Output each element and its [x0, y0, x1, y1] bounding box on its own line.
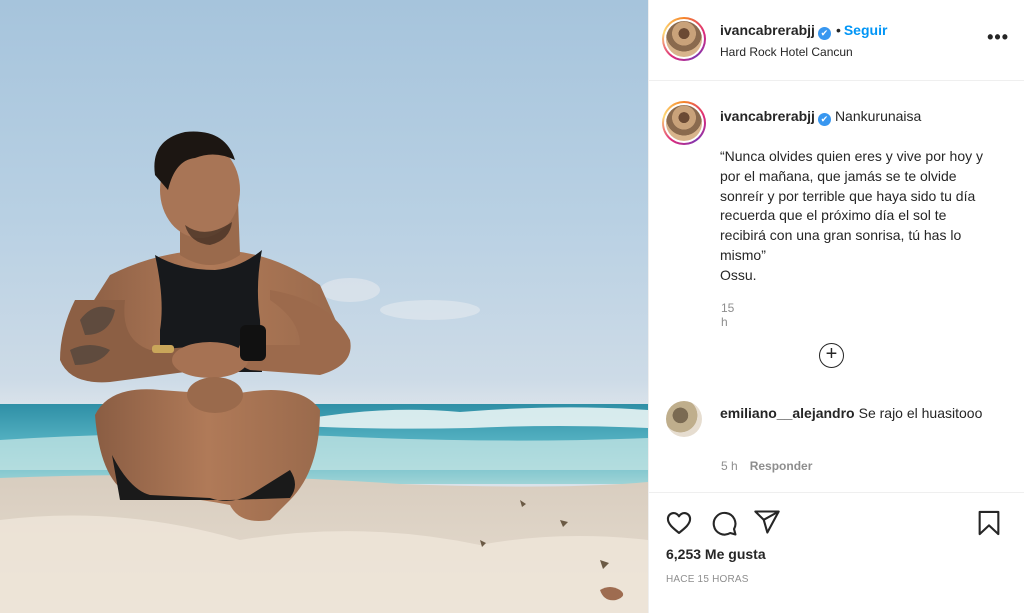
post-header: ivancabrerabjj ✔ • Seguir Hard Rock Hotel C…: [649, 0, 1024, 81]
post-photo[interactable]: [0, 0, 648, 613]
comment-meta: 5 h Responder: [721, 459, 812, 473]
post-side-panel: ivancabrerabjj ✔ • Seguir Hard Rock Hotel C…: [648, 0, 1024, 613]
commenter-username[interactable]: emiliano__alejandro: [720, 405, 855, 421]
verified-badge-icon: ✔: [817, 113, 831, 126]
heart-icon[interactable]: [665, 509, 693, 537]
reply-button[interactable]: Responder: [750, 459, 813, 473]
caption-tagline: Nankurunaisa: [834, 108, 922, 124]
load-more-comments-button[interactable]: +: [819, 343, 844, 368]
avatar-inner: [664, 19, 704, 59]
photo-illustration: [0, 131, 648, 613]
comment-icon[interactable]: [710, 509, 738, 537]
caption-username[interactable]: ivancabrerabjj: [720, 108, 815, 124]
comment-time[interactable]: 5 h: [721, 459, 738, 473]
post-timestamp[interactable]: Hace 15 horas: [666, 574, 749, 585]
caption-text: “Nunca olvides quien eres y vive por hoy…: [720, 148, 984, 283]
caption-time[interactable]: 15 h: [721, 301, 734, 329]
more-options-icon[interactable]: •••: [987, 28, 1009, 46]
follow-button[interactable]: Seguir: [844, 22, 888, 38]
bookmark-icon[interactable]: [975, 509, 1003, 537]
caption-avatar[interactable]: [662, 101, 706, 145]
likes-count[interactable]: 6,253 Me gusta: [666, 546, 766, 562]
avatar-inner: [664, 103, 704, 143]
header-user-line: ivancabrerabjj ✔ • Seguir: [720, 22, 887, 40]
post-actions: 6,253 Me gusta Hace 15 horas: [649, 492, 1024, 613]
caption-user-line: ivancabrerabjj ✔ Nankurunaisa: [720, 108, 921, 126]
comment-body: Se rajo el huasitooo: [858, 405, 983, 421]
comment: emiliano__alejandro Se rajo el huasitooo: [720, 403, 990, 423]
avatar-image: [666, 105, 702, 141]
verified-badge-icon: ✔: [817, 27, 831, 40]
share-icon[interactable]: [753, 508, 781, 536]
avatar-image: [666, 21, 702, 57]
commenter-avatar[interactable]: [666, 401, 702, 437]
location-link[interactable]: Hard Rock Hotel Cancun: [720, 45, 853, 59]
separator-dot: •: [835, 22, 841, 38]
author-username[interactable]: ivancabrerabjj: [720, 22, 815, 38]
author-avatar[interactable]: [662, 17, 706, 61]
